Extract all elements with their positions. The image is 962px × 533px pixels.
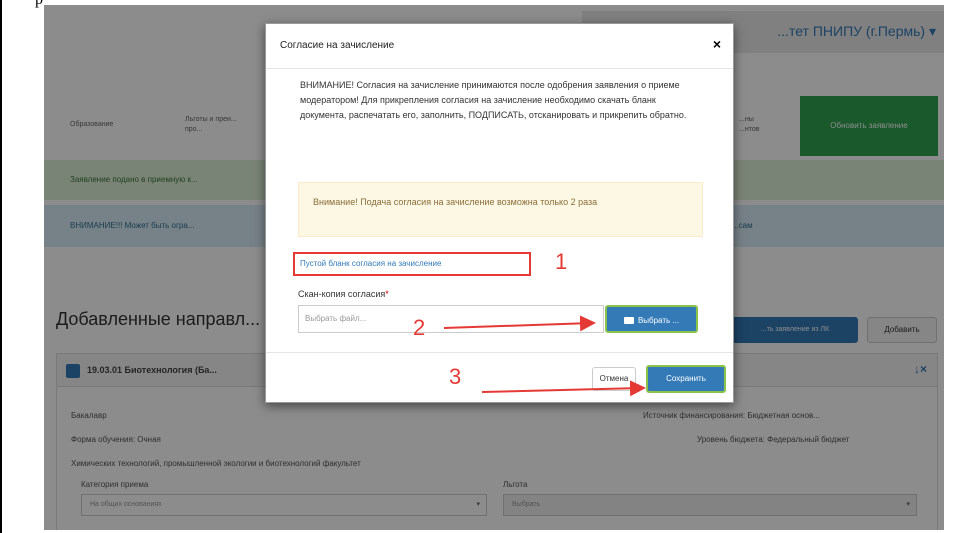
browser-frame: ...тет ПНИПУ (г.Пермь) ▾ Образование Льг… [44, 5, 944, 530]
left-border [0, 0, 2, 533]
top-text: p [35, 0, 43, 9]
annotation-arrows [443, 315, 646, 397]
annotation-arrow-3 [481, 380, 646, 397]
annotation-arrow-2 [443, 315, 596, 332]
